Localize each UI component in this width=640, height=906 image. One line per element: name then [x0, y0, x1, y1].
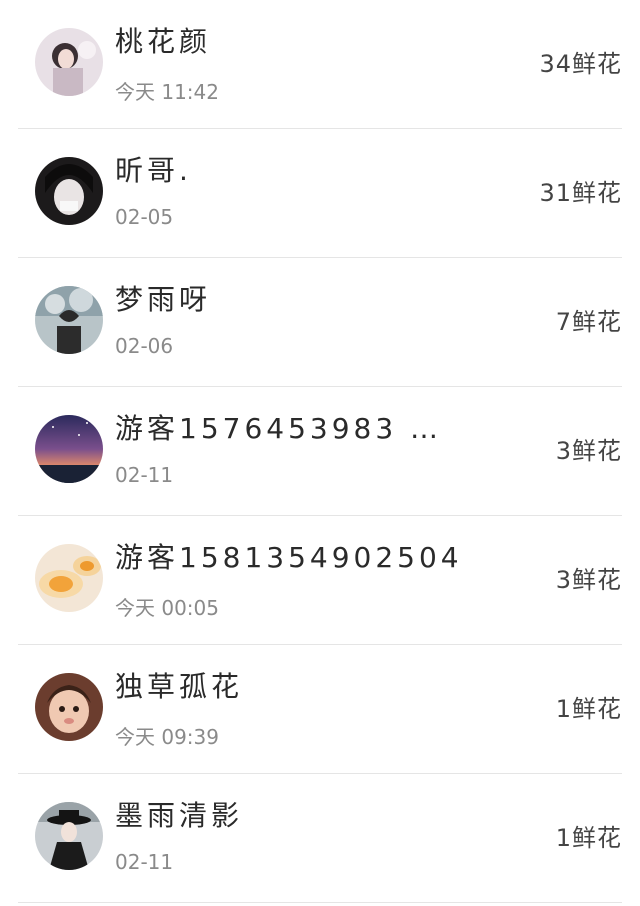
avatar[interactable] — [35, 802, 103, 870]
timestamp: 02-11 — [115, 463, 174, 487]
timestamp: 今天 11:42 — [115, 80, 219, 104]
list-item[interactable]: 游客1576453983 … 02-11 3鲜花 — [18, 387, 622, 516]
list-item[interactable]: 墨雨清影 02-11 1鲜花 — [18, 774, 622, 903]
timestamp: 02-05 — [115, 205, 174, 229]
flower-count: 3鲜花 — [555, 566, 622, 594]
timestamp: 02-11 — [115, 850, 174, 874]
flower-ranking-list: 桃花颜 今天 11:42 34鲜花 昕哥. 02-05 31鲜花 梦雨呀 02-… — [0, 0, 640, 903]
timestamp: 今天 09:39 — [115, 725, 219, 749]
list-item[interactable]: 梦雨呀 02-06 7鲜花 — [18, 258, 622, 387]
flower-count: 34鲜花 — [539, 50, 622, 78]
timestamp: 02-06 — [115, 334, 174, 358]
flower-count: 1鲜花 — [555, 695, 622, 723]
user-name: 游客1576453983 … — [115, 412, 443, 445]
list-item[interactable]: 桃花颜 今天 11:42 34鲜花 — [18, 0, 622, 129]
flower-count: 31鲜花 — [539, 179, 622, 207]
flower-count: 1鲜花 — [555, 824, 622, 852]
avatar[interactable] — [35, 544, 103, 612]
avatar[interactable] — [35, 28, 103, 96]
timestamp: 今天 00:05 — [115, 596, 219, 620]
user-name: 桃花颜 — [115, 25, 212, 58]
user-name: 墨雨清影 — [115, 799, 244, 832]
user-name: 昕哥. — [115, 154, 192, 187]
avatar[interactable] — [35, 673, 103, 741]
user-name: 游客1581354902504 — [115, 541, 463, 574]
user-name: 独草孤花 — [115, 670, 244, 703]
list-item[interactable]: 昕哥. 02-05 31鲜花 — [18, 129, 622, 258]
list-item[interactable]: 游客1581354902504 今天 00:05 3鲜花 — [18, 516, 622, 645]
user-name: 梦雨呀 — [115, 283, 212, 316]
avatar[interactable] — [35, 286, 103, 354]
flower-count: 3鲜花 — [555, 437, 622, 465]
list-item[interactable]: 独草孤花 今天 09:39 1鲜花 — [18, 645, 622, 774]
avatar[interactable] — [35, 415, 103, 483]
flower-count: 7鲜花 — [555, 308, 622, 336]
avatar[interactable] — [35, 157, 103, 225]
